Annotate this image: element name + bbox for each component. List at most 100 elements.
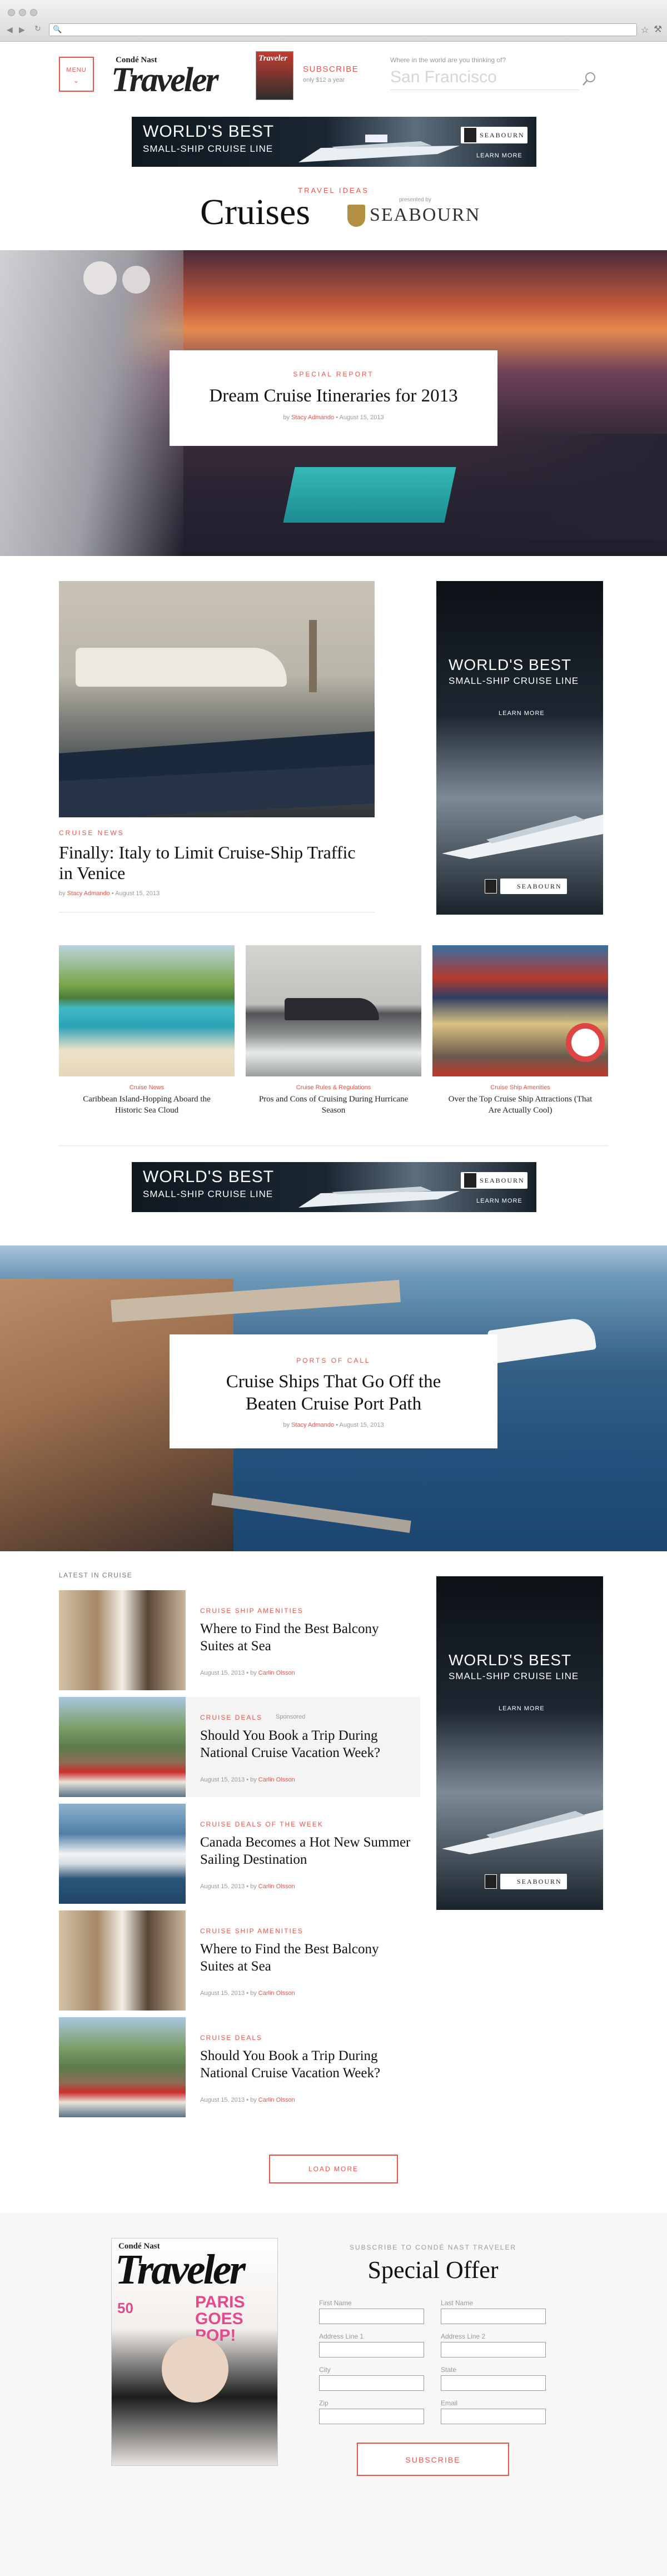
list-item-sponsored[interactable]: CRUISE DEALS Sponsored Should You Book a… — [59, 1697, 420, 1797]
list-thumb[interactable] — [59, 2017, 186, 2117]
last-name-field[interactable] — [441, 2309, 546, 2324]
list-thumb[interactable] — [59, 1910, 186, 2011]
hero2-date: August 15, 2013 — [339, 1422, 384, 1429]
list-kicker: CRUISE SHIP AMENITIES — [200, 1927, 303, 1935]
hero1-title[interactable]: Dream Cruise Itineraries for 2013 — [170, 386, 497, 406]
site-logo[interactable]: Condé Nast Traveler — [111, 56, 219, 97]
zoom-window-icon[interactable] — [30, 9, 37, 16]
ad-line2: SMALL-SHIP CRUISE LINE — [143, 1189, 273, 1199]
magazine-cover[interactable]: Condé Nast Traveler PARIS GOES POP! 50 — [111, 2238, 278, 2466]
city-label: City — [319, 2366, 331, 2374]
first-name-field[interactable] — [319, 2309, 424, 2324]
list-author[interactable]: Carlin Olsson — [258, 1776, 295, 1783]
ad-line1: WORLD'S BEST — [449, 1651, 572, 1669]
feature-title[interactable]: Finally: Italy to Limit Cruise-Ship Traf… — [59, 842, 370, 884]
trio-title-3[interactable]: Over the Top Cruise Ship Attractions (Th… — [444, 1094, 597, 1116]
search-prompt: Where in the world are you thinking of? — [390, 56, 506, 64]
bookmark-star-icon[interactable]: ☆ — [641, 24, 649, 36]
list-thumb[interactable] — [59, 1590, 186, 1690]
hero1-author[interactable]: Stacy Admando — [291, 414, 334, 421]
zip-field[interactable] — [319, 2409, 424, 2424]
magazine-thumb[interactable]: Traveler — [256, 51, 293, 100]
trio-image-1[interactable] — [59, 945, 235, 1076]
list-thumb[interactable] — [59, 1697, 186, 1797]
minimize-window-icon[interactable] — [19, 9, 26, 16]
skyscraper-ad-2[interactable]: WORLD'S BEST SMALL-SHIP CRUISE LINE LEAR… — [436, 1576, 603, 1910]
search-icon: 🔍 — [53, 25, 62, 33]
ad-line2: SMALL-SHIP CRUISE LINE — [449, 1671, 579, 1681]
address2-label: Address Line 2 — [441, 2332, 486, 2340]
state-label: State — [441, 2366, 457, 2374]
skyscraper-ad-1[interactable]: WORLD'S BEST SMALL-SHIP CRUISE LINE LEAR… — [436, 581, 603, 915]
back-arrow-icon[interactable]: ◀ — [7, 26, 13, 34]
ad-line2: SMALL-SHIP CRUISE LINE — [449, 676, 579, 686]
ad-line1: WORLD'S BEST — [143, 122, 275, 141]
address2-field[interactable] — [441, 2342, 546, 2357]
trio-title-2[interactable]: Pros and Cons of Cruising During Hurrica… — [257, 1094, 410, 1116]
refresh-icon[interactable]: ↻ — [34, 24, 41, 33]
list-title[interactable]: Should You Book a Trip During National C… — [200, 2047, 411, 2082]
ad-cta[interactable]: LEARN MORE — [476, 152, 522, 159]
settings-wrench-icon[interactable]: ⚒ — [654, 24, 662, 35]
list-date: August 15, 2013 — [200, 2097, 245, 2103]
hero2-card[interactable]: PORTS OF CALL Cruise Ships That Go Off t… — [170, 1334, 497, 1448]
subscribe-button[interactable]: SUBSCRIBE — [357, 2443, 509, 2476]
list-date: August 15, 2013 — [200, 1990, 245, 1997]
list-date: August 15, 2013 — [200, 1670, 245, 1676]
subscribe-link[interactable]: SUBSCRIBE — [303, 64, 359, 74]
list-thumb[interactable] — [59, 1804, 186, 1904]
list-item[interactable]: CRUISE DEALS OF THE WEEK Canada Becomes … — [59, 1804, 420, 1904]
offer-title: Special Offer — [367, 2256, 499, 2284]
feature-author[interactable]: Stacy Admando — [67, 890, 110, 897]
list-author[interactable]: Carlin Olsson — [258, 2097, 295, 2103]
offer-eyebrow: SUBSCRIBE TO CONDÉ NAST TRAVELER — [349, 2244, 517, 2251]
trio-title-1[interactable]: Caribbean Island-Hopping Aboard the Hist… — [70, 1094, 223, 1116]
ad-line2: SMALL-SHIP CRUISE LINE — [143, 143, 273, 154]
email-label: Email — [441, 2399, 458, 2407]
close-window-icon[interactable] — [8, 9, 15, 16]
list-by: • by — [246, 1883, 257, 1890]
address1-field[interactable] — [319, 2342, 424, 2357]
ad-cta[interactable]: LEARN MORE — [499, 710, 545, 717]
trio-kicker-3: Cruise Ship Amenities — [490, 1084, 550, 1091]
list-title[interactable]: Canada Becomes a Hot New Summer Sailing … — [200, 1834, 411, 1869]
hero2-title[interactable]: Cruise Ships That Go Off the Beaten Crui… — [203, 1371, 464, 1415]
ad-cta[interactable]: LEARN MORE — [476, 1198, 522, 1204]
hero2-author[interactable]: Stacy Admando — [291, 1422, 334, 1428]
list-item[interactable]: CRUISE SHIP AMENITIES Where to Find the … — [59, 1910, 420, 2011]
city-field[interactable] — [319, 2375, 424, 2391]
address-bar[interactable]: 🔍 — [49, 23, 637, 36]
seabourn-crest-icon — [485, 879, 497, 894]
search-placeholder: San Francisco — [390, 68, 497, 86]
menu-label: MENU — [66, 67, 87, 73]
list-date: August 15, 2013 — [200, 1776, 245, 1783]
sponsored-badge: Sponsored — [276, 1714, 306, 1720]
menu-button[interactable]: MENU ⌄ — [59, 57, 94, 92]
list-author[interactable]: Carlin Olsson — [258, 1990, 295, 1997]
list-title[interactable]: Where to Find the Best Balcony Suites at… — [200, 1620, 411, 1655]
leaderboard-ad-top[interactable]: WORLD'S BEST SMALL-SHIP CRUISE LINE SEAB… — [132, 117, 536, 167]
load-more-button[interactable]: LOAD MORE — [269, 2155, 398, 2183]
email-field[interactable] — [441, 2409, 546, 2424]
state-field[interactable] — [441, 2375, 546, 2391]
leaderboard-ad-middle[interactable]: WORLD'S BEST SMALL-SHIP CRUISE LINE SEAB… — [132, 1162, 536, 1212]
ad-brand: SEABOURN — [500, 1874, 567, 1889]
forward-arrow-icon[interactable]: ▶ — [19, 26, 25, 34]
trio-image-2[interactable] — [246, 945, 421, 1076]
list-item[interactable]: CRUISE SHIP AMENITIES Where to Find the … — [59, 1590, 420, 1690]
list-title[interactable]: Where to Find the Best Balcony Suites at… — [200, 1940, 411, 1976]
search-icon[interactable] — [581, 71, 597, 87]
trio-image-3[interactable] — [432, 945, 608, 1076]
list-by: • by — [246, 1990, 257, 1997]
feature-image-venice[interactable] — [59, 581, 375, 817]
list-title[interactable]: Should You Book a Trip During National C… — [200, 1727, 411, 1762]
search-input[interactable]: San Francisco — [390, 68, 579, 90]
ad-cta[interactable]: LEARN MORE — [499, 1705, 545, 1712]
list-item[interactable]: CRUISE DEALS Should You Book a Trip Duri… — [59, 2017, 420, 2117]
list-author[interactable]: Carlin Olsson — [258, 1883, 295, 1890]
list-by: • by — [246, 1776, 257, 1783]
list-author[interactable]: Carlin Olsson — [258, 1670, 295, 1676]
hero1-card[interactable]: SPECIAL REPORT Dream Cruise Itineraries … — [170, 350, 497, 446]
sponsor-name[interactable]: SEABOURN — [370, 205, 480, 226]
seabourn-crest-icon — [464, 1173, 476, 1188]
